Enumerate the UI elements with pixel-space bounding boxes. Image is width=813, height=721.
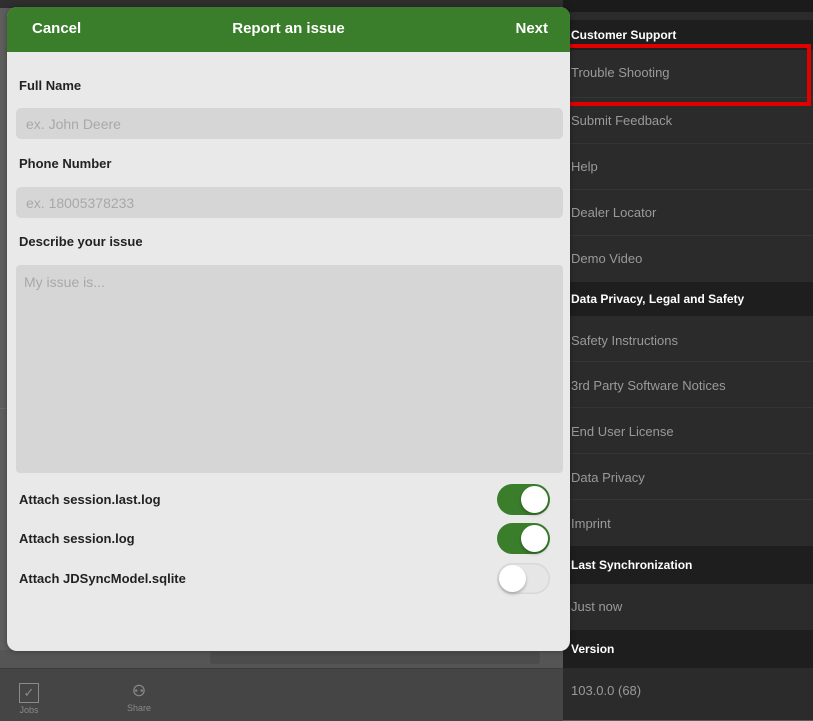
full-name-field[interactable] bbox=[16, 108, 563, 139]
section-header-last-sync: Last Synchronization bbox=[563, 546, 813, 584]
toggle-session-log[interactable] bbox=[497, 523, 550, 554]
settings-item-end-user-license[interactable]: End User License bbox=[563, 408, 813, 454]
toggle-row-session-log: Attach session.log bbox=[7, 523, 570, 555]
phone-number-label: Phone Number bbox=[19, 156, 112, 171]
modal-navbar: Cancel Report an issue Next bbox=[7, 7, 570, 52]
settings-item-data-privacy[interactable]: Data Privacy bbox=[563, 454, 813, 500]
tab-share[interactable]: ⚇ Share bbox=[114, 683, 164, 713]
toggle-session-last-log[interactable] bbox=[497, 484, 550, 515]
tab-jobs[interactable]: ✓ Jobs bbox=[4, 683, 54, 715]
toggle-jdsyncmodel[interactable] bbox=[497, 563, 550, 594]
next-button[interactable]: Next bbox=[515, 20, 548, 37]
background-search-bar bbox=[210, 652, 540, 664]
modal-title: Report an issue bbox=[232, 20, 345, 37]
highlight-box bbox=[556, 44, 811, 106]
settings-item-dealer-locator[interactable]: Dealer Locator bbox=[563, 190, 813, 236]
describe-issue-label: Describe your issue bbox=[19, 234, 143, 249]
toggle-knob bbox=[521, 525, 548, 552]
background-bottom-bar bbox=[0, 650, 563, 668]
settings-item-help[interactable]: Help bbox=[563, 144, 813, 190]
tab-jobs-label: Jobs bbox=[19, 705, 39, 715]
section-header-version: Version bbox=[563, 630, 813, 668]
checkbox-icon: ✓ bbox=[19, 683, 39, 703]
toggle-row-session-last-log: Attach session.last.log bbox=[7, 484, 570, 516]
settings-top-strip bbox=[563, 0, 813, 12]
full-name-label: Full Name bbox=[19, 78, 82, 93]
toggle-knob bbox=[499, 565, 526, 592]
last-sync-value: Just now bbox=[571, 599, 623, 614]
version-value: 103.0.0 (68) bbox=[571, 683, 642, 698]
settings-item-third-party-notices[interactable]: 3rd Party Software Notices bbox=[563, 362, 813, 408]
toggle-row-jdsyncmodel: Attach JDSyncModel.sqlite bbox=[7, 563, 570, 595]
settings-item-demo-video[interactable]: Demo Video bbox=[563, 236, 813, 282]
settings-item-imprint[interactable]: Imprint bbox=[563, 500, 813, 546]
people-icon: ⚇ bbox=[132, 683, 146, 700]
toggle-label-jdsyncmodel: Attach JDSyncModel.sqlite bbox=[19, 571, 186, 586]
tab-share-label: Share bbox=[126, 703, 152, 713]
section-header-data-privacy: Data Privacy, Legal and Safety bbox=[563, 282, 813, 316]
settings-item-safety-instructions[interactable]: Safety Instructions bbox=[563, 316, 813, 362]
toggle-label-session-last-log: Attach session.last.log bbox=[19, 492, 161, 507]
issue-description-field[interactable] bbox=[16, 265, 563, 473]
toggle-knob bbox=[521, 486, 548, 513]
toggle-label-session-log: Attach session.log bbox=[19, 531, 135, 546]
background-tab-bar: ✓ Jobs ⚇ Share bbox=[0, 668, 563, 721]
phone-number-field[interactable] bbox=[16, 187, 563, 218]
settings-panel: Customer Support Trouble Shooting Submit… bbox=[563, 0, 813, 720]
report-issue-modal: Cancel Report an issue Next Full Name Ph… bbox=[7, 7, 570, 651]
